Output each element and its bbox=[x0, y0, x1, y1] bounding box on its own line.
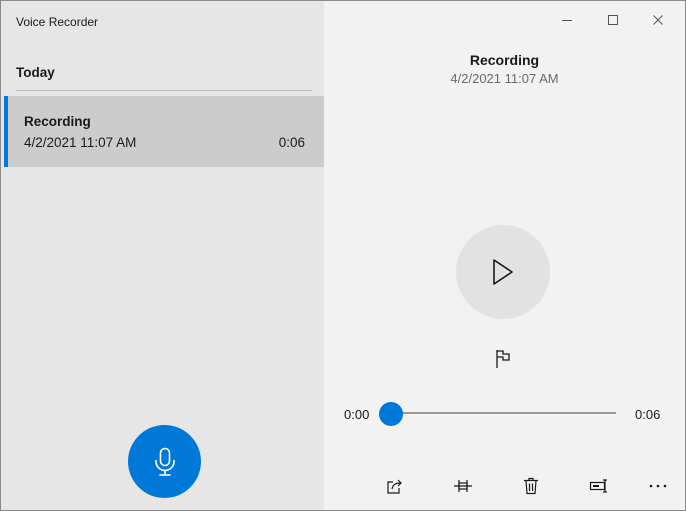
minimize-button[interactable] bbox=[545, 5, 589, 35]
recording-timestamp: 4/2/2021 11:07 AM bbox=[450, 71, 559, 86]
current-time: 0:00 bbox=[344, 407, 370, 422]
delete-icon bbox=[523, 477, 539, 495]
close-icon bbox=[652, 14, 664, 26]
recording-name: Recording bbox=[24, 114, 91, 129]
flag-icon bbox=[494, 349, 512, 369]
maximize-icon bbox=[607, 14, 619, 26]
more-icon bbox=[649, 484, 667, 488]
voice-recorder-window: Voice Recorder Today Recording 4/2/2021 … bbox=[0, 0, 686, 511]
delete-button[interactable] bbox=[518, 475, 544, 497]
rename-button[interactable] bbox=[586, 475, 612, 497]
detail-pane: Recording 4/2/2021 11:07 AM 0:00 0:06 bbox=[324, 1, 685, 510]
recording-title: Recording bbox=[469, 52, 540, 68]
share-icon bbox=[386, 478, 404, 494]
app-title: Voice Recorder bbox=[16, 15, 99, 29]
seek-slider-track[interactable] bbox=[391, 412, 616, 414]
group-header-today: Today bbox=[16, 65, 55, 80]
recording-duration: 0:06 bbox=[278, 135, 305, 150]
add-marker-button[interactable] bbox=[492, 347, 514, 371]
seek-slider-thumb[interactable] bbox=[379, 402, 403, 426]
total-time: 0:06 bbox=[635, 407, 661, 422]
close-button[interactable] bbox=[636, 5, 680, 35]
recording-date: 4/2/2021 11:07 AM bbox=[24, 135, 137, 150]
play-icon bbox=[491, 258, 515, 286]
maximize-button[interactable] bbox=[591, 5, 635, 35]
recording-list-item[interactable]: Recording 4/2/2021 11:07 AM 0:06 bbox=[4, 96, 324, 167]
selection-indicator bbox=[4, 96, 8, 167]
more-options-button[interactable] bbox=[645, 475, 671, 497]
play-button[interactable] bbox=[456, 225, 550, 319]
minimize-icon bbox=[561, 14, 573, 26]
trim-icon bbox=[453, 478, 473, 494]
group-divider bbox=[16, 90, 312, 91]
recordings-pane: Voice Recorder Today Recording 4/2/2021 … bbox=[1, 1, 324, 510]
trim-button[interactable] bbox=[450, 475, 476, 497]
record-button[interactable] bbox=[128, 425, 201, 498]
rename-icon bbox=[589, 478, 609, 494]
microphone-icon bbox=[154, 447, 176, 477]
share-button[interactable] bbox=[382, 475, 408, 497]
